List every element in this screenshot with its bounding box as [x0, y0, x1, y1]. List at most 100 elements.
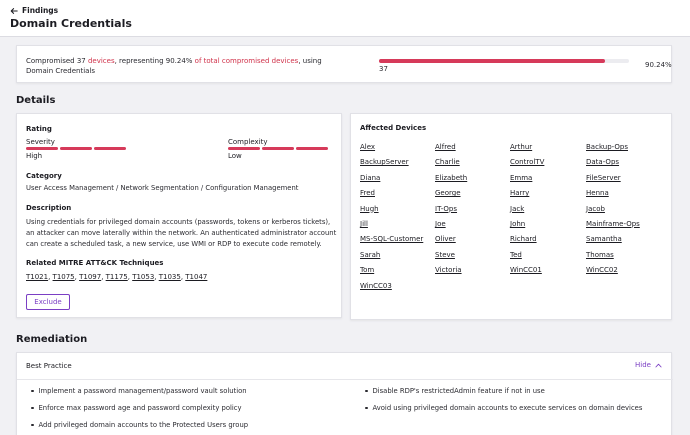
remediation-item: Disable RDP's restrictedAdmin feature if…: [365, 387, 545, 395]
device-link[interactable]: Fred: [360, 189, 435, 204]
page-title: Domain Credentials: [10, 17, 132, 30]
device-link[interactable]: Hugh: [360, 205, 435, 220]
technique-link[interactable]: T1047: [185, 273, 207, 281]
device-link[interactable]: Arthur: [510, 143, 586, 158]
mitre-label: Related MITRE ATT&CK Techniques: [26, 259, 164, 267]
hide-label[interactable]: Hide: [635, 361, 651, 369]
complexity-segment: [262, 147, 294, 150]
device-link[interactable]: Elizabeth: [435, 174, 510, 189]
hide-toggle-button[interactable]: Hide: [635, 361, 662, 369]
chevron-up-icon[interactable]: [655, 363, 662, 368]
technique-link[interactable]: T1053: [132, 273, 154, 281]
remediation-item: Add privileged domain accounts to the Pr…: [31, 421, 248, 429]
device-link[interactable]: Joe: [435, 220, 510, 235]
back-arrow-icon[interactable]: [10, 7, 18, 15]
device-link[interactable]: ControlTV: [510, 158, 586, 173]
bullet-dot: [31, 423, 34, 427]
complexity-segment: [228, 147, 260, 150]
remediation-divider: [17, 379, 673, 380]
summary-progress-fill: [379, 59, 605, 63]
device-link[interactable]: Jill: [360, 220, 435, 235]
device-link[interactable]: Harry: [510, 189, 586, 204]
affected-devices-title: Affected Devices: [360, 124, 427, 132]
back-link[interactable]: Findings: [10, 6, 58, 15]
device-link[interactable]: Steve: [435, 251, 510, 266]
device-link[interactable]: Tom: [360, 266, 435, 281]
device-link[interactable]: Mainframe-Ops: [586, 220, 670, 235]
technique-list: T1021, T1075, T1097, T1175, T1053, T1035…: [26, 273, 207, 281]
summary-progress-track: [379, 59, 629, 63]
bullet-dot: [365, 389, 368, 393]
device-link[interactable]: Richard: [510, 235, 586, 250]
severity-segment: [60, 147, 92, 150]
bullet-dot: [31, 389, 34, 393]
summary-text: Compromised 37 devices, representing 90.…: [26, 56, 346, 76]
technique-link[interactable]: T1097: [79, 273, 101, 281]
device-link[interactable]: Victoria: [435, 266, 510, 281]
remediation-item-text: Avoid using privileged domain accounts t…: [372, 404, 643, 412]
device-grid: Alex Alfred Arthur Backup-Ops BackupServer Ch…: [360, 143, 670, 297]
category-value: User Access Management / Network Segment…: [26, 184, 299, 192]
device-link[interactable]: Diana: [360, 174, 435, 189]
device-link[interactable]: BackupServer: [360, 158, 435, 173]
technique-link[interactable]: T1175: [106, 273, 128, 281]
remediation-item-text: Disable RDP's restrictedAdmin feature if…: [372, 387, 545, 395]
summary-text-part: Compromised 37: [26, 57, 88, 65]
device-link[interactable]: WinCC02: [586, 266, 670, 281]
devices-link[interactable]: devices: [88, 57, 115, 65]
device-link[interactable]: WinCC01: [510, 266, 586, 281]
device-link[interactable]: Data-Ops: [586, 158, 670, 173]
complexity-label: Complexity: [228, 138, 268, 146]
device-link[interactable]: Alfred: [435, 143, 510, 158]
details-section-title: Details: [16, 95, 56, 106]
remediation-item-text: Add privileged domain accounts to the Pr…: [38, 421, 249, 429]
device-link[interactable]: MS-SQL-Customer: [360, 235, 435, 250]
device-link[interactable]: Backup-Ops: [586, 143, 670, 158]
remediation-item: Avoid using privileged domain accounts t…: [365, 404, 642, 412]
affected-devices-card: Affected Devices Alex Alfred Arthur Backup-…: [350, 113, 672, 320]
back-label[interactable]: Findings: [22, 6, 58, 15]
device-link[interactable]: Henna: [586, 189, 670, 204]
severity-segment: [26, 147, 58, 150]
device-link[interactable]: FileServer: [586, 174, 670, 189]
remediation-item: Enforce max password age and password co…: [31, 404, 242, 412]
total-compromised-link[interactable]: of total compromised devices: [195, 57, 299, 65]
device-link[interactable]: Thomas: [586, 251, 670, 266]
device-link[interactable]: Jack: [510, 205, 586, 220]
device-link[interactable]: Samantha: [586, 235, 670, 250]
description-text: Using credentials for privileged domain …: [26, 218, 337, 248]
device-link[interactable]: Jacob: [586, 205, 670, 220]
summary-card: Compromised 37 devices, representing 90.…: [16, 45, 672, 83]
technique-link[interactable]: T1021: [26, 273, 48, 281]
complexity-value: Low: [228, 152, 242, 160]
device-link[interactable]: George: [435, 189, 510, 204]
remediation-item-text: Enforce max password age and password co…: [38, 404, 242, 412]
rating-label: Rating: [26, 125, 52, 133]
bullet-dot: [365, 406, 368, 410]
severity-meter: [26, 147, 126, 150]
device-link[interactable]: WinCC03: [360, 282, 435, 297]
summary-percent: 90.24%: [645, 61, 672, 69]
technique-link[interactable]: T1075: [53, 273, 75, 281]
device-link[interactable]: Alex: [360, 143, 435, 158]
severity-label: Severity: [26, 138, 55, 146]
description-label: Description: [26, 204, 72, 212]
device-link[interactable]: Ted: [510, 251, 586, 266]
device-link[interactable]: IT-Ops: [435, 205, 510, 220]
remediation-card: Best Practice Hide Implement a password …: [16, 352, 673, 435]
summary-text-part: , representing 90.24%: [114, 57, 195, 65]
details-card: Rating Severity High Complexity Low Cate…: [16, 113, 342, 318]
remediation-item: Implement a password management/password…: [31, 387, 247, 395]
complexity-meter: [228, 147, 328, 150]
best-practice-label: Best Practice: [26, 362, 72, 370]
device-link[interactable]: Emma: [510, 174, 586, 189]
exclude-button[interactable]: Exclude: [26, 294, 70, 310]
device-link[interactable]: Sarah: [360, 251, 435, 266]
device-link[interactable]: John: [510, 220, 586, 235]
device-link[interactable]: Oliver: [435, 235, 510, 250]
technique-link[interactable]: T1035: [159, 273, 181, 281]
device-link[interactable]: Charlie: [435, 158, 510, 173]
top-bar: Findings Domain Credentials: [0, 0, 690, 37]
severity-segment: [94, 147, 126, 150]
remediation-section-title: Remediation: [16, 334, 88, 345]
